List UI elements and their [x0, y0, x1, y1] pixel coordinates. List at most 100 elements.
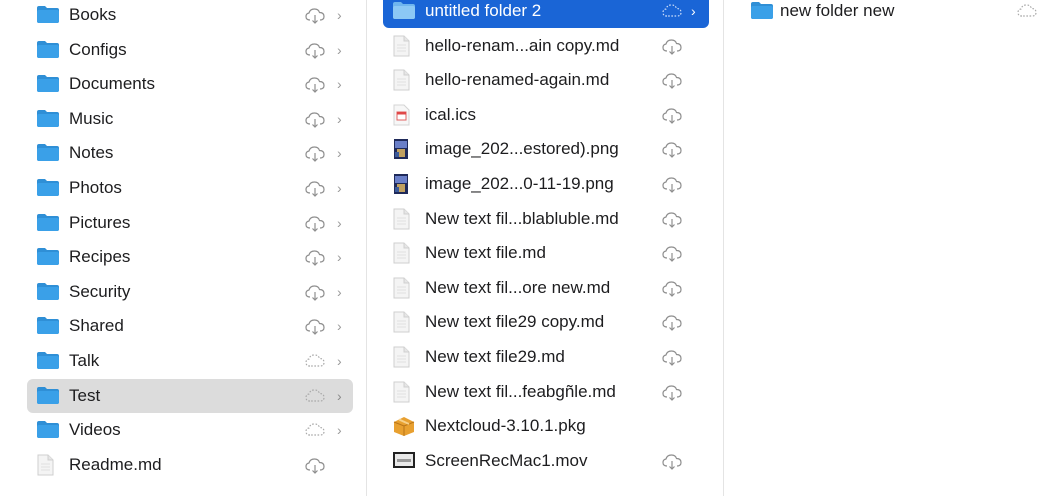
- item-label: Documents: [69, 74, 155, 94]
- cloud-download-icon[interactable]: [304, 215, 326, 238]
- cloud-dotted-icon[interactable]: [304, 388, 326, 411]
- item-label: Readme.md: [69, 454, 162, 474]
- cloud-download-icon[interactable]: [661, 72, 683, 95]
- folder-icon: [36, 142, 60, 167]
- item-label: Recipes: [69, 247, 131, 267]
- folder-row[interactable]: Test ›: [27, 378, 353, 413]
- folder-row[interactable]: Shared ›: [27, 309, 353, 343]
- folder-icon: [392, 0, 416, 25]
- item-label: Music: [69, 108, 114, 128]
- file-row[interactable]: ScreenRecMac1.mov: [383, 444, 709, 478]
- item-label: New text fil...feabgñle.md: [425, 381, 616, 401]
- cloud-dotted-icon[interactable]: [304, 422, 326, 445]
- cloud-download-icon[interactable]: [304, 7, 326, 30]
- cloud-download-icon[interactable]: [304, 318, 326, 341]
- cloud-download-icon[interactable]: [304, 145, 326, 168]
- chevron-right-icon: ›: [337, 41, 342, 58]
- file-row[interactable]: ical.ics: [383, 98, 709, 132]
- cloud-dotted-icon[interactable]: [1016, 3, 1038, 26]
- cloud-download-icon[interactable]: [304, 42, 326, 65]
- cloud-download-icon[interactable]: [661, 245, 683, 268]
- folder-row[interactable]: Configs ›: [27, 33, 353, 67]
- item-label: untitled folder 2: [425, 1, 542, 20]
- cloud-download-icon[interactable]: [304, 249, 326, 272]
- cloud-download-icon[interactable]: [661, 349, 683, 372]
- item-label: image_202...estored).png: [425, 139, 619, 159]
- package-icon: [392, 415, 416, 442]
- file-row[interactable]: image_202...estored).png: [383, 132, 709, 166]
- file-row[interactable]: hello-renam...ain copy.md: [383, 29, 709, 63]
- folder-row[interactable]: Books ›: [27, 0, 353, 32]
- cloud-download-icon[interactable]: [661, 280, 683, 303]
- folder-icon: [750, 0, 774, 25]
- chevron-right-icon: ›: [337, 7, 342, 23]
- cloud-download-icon[interactable]: [661, 453, 683, 476]
- cloud-download-icon[interactable]: [661, 211, 683, 234]
- folder-row[interactable]: Security ›: [27, 275, 353, 309]
- item-label: image_202...0-11-19.png: [425, 174, 614, 193]
- cloud-download-icon[interactable]: [661, 314, 683, 337]
- chevron-right-icon: ›: [337, 180, 342, 196]
- cloud-download-icon[interactable]: [661, 38, 683, 61]
- item-label: Configs: [69, 39, 127, 59]
- file-row[interactable]: New text file29 copy.md: [383, 305, 709, 339]
- file-row[interactable]: hello-renamed-again.md: [383, 63, 709, 97]
- folder-row[interactable]: Photos ›: [27, 171, 353, 205]
- cloud-download-icon[interactable]: [304, 76, 326, 99]
- file-row[interactable]: Nextcloud-3.10.1.pkg: [383, 409, 709, 443]
- item-label: hello-renamed-again.md: [425, 70, 610, 90]
- folder-row[interactable]: untitled folder 2 ›: [383, 0, 709, 28]
- folder-icon: [36, 73, 60, 98]
- document-icon: [392, 242, 410, 269]
- file-row[interactable]: New text fil...feabgñle.md: [383, 375, 709, 409]
- file-row[interactable]: image_202...0-11-19.png: [383, 167, 709, 201]
- cloud-download-icon[interactable]: [661, 141, 683, 164]
- image-file-icon: [392, 173, 410, 200]
- document-icon: [392, 381, 410, 408]
- finder-column-3[interactable]: new folder new: [724, 0, 1050, 496]
- chevron-right-icon: ›: [337, 214, 342, 231]
- chevron-right-icon: ›: [337, 76, 342, 93]
- file-row[interactable]: New text file.md: [383, 236, 709, 270]
- folder-row[interactable]: Notes ›: [27, 136, 353, 170]
- file-row[interactable]: New text fil...blabluble.md: [383, 202, 709, 236]
- item-label: New text file29 copy.md: [425, 312, 605, 332]
- cloud-dotted-icon[interactable]: [661, 3, 683, 26]
- finder-column-2[interactable]: untitled folder 2 › hello-renam...ain copy…: [367, 0, 723, 496]
- folder-row[interactable]: Recipes ›: [27, 240, 353, 274]
- document-icon: [392, 69, 410, 96]
- cloud-download-icon[interactable]: [661, 176, 683, 199]
- finder-column-1[interactable]: Books › Configs › Documents › Music › Notes › Phot…: [0, 0, 366, 496]
- folder-row[interactable]: Videos ›: [27, 413, 353, 447]
- cloud-dotted-icon[interactable]: [304, 353, 326, 376]
- folder-icon: [36, 108, 60, 133]
- cloud-download-icon[interactable]: [304, 457, 326, 480]
- item-label: ical.ics: [425, 104, 477, 124]
- folder-icon: [36, 246, 60, 271]
- file-row[interactable]: New text fil...ore new.md: [383, 271, 709, 305]
- cloud-download-icon[interactable]: [304, 111, 326, 134]
- file-row[interactable]: Readme.md: [27, 448, 353, 482]
- item-label: Nextcloud-3.10.1.pkg: [425, 416, 586, 436]
- folder-row[interactable]: Pictures ›: [27, 206, 353, 240]
- image-file-icon: [392, 138, 410, 165]
- document-icon: [36, 454, 54, 481]
- cloud-download-icon[interactable]: [304, 284, 326, 307]
- document-icon: [392, 35, 410, 62]
- document-icon: [392, 346, 410, 373]
- item-label: Talk: [69, 351, 100, 370]
- file-row[interactable]: New text file29.md: [383, 340, 709, 374]
- cloud-download-icon[interactable]: [304, 180, 326, 203]
- folder-row[interactable]: Documents ›: [27, 67, 353, 101]
- item-label: New text file29.md: [425, 347, 565, 366]
- chevron-right-icon: ›: [337, 249, 342, 266]
- folder-row[interactable]: new folder new: [740, 0, 1050, 28]
- cloud-download-icon[interactable]: [661, 107, 683, 130]
- item-label: Shared: [69, 316, 124, 336]
- item-label: Notes: [69, 143, 114, 163]
- folder-row[interactable]: Music ›: [27, 102, 353, 136]
- cloud-download-icon[interactable]: [661, 384, 683, 407]
- chevron-right-icon: ›: [337, 283, 342, 300]
- item-label: New text file.md: [425, 243, 546, 263]
- folder-row[interactable]: Talk ›: [27, 344, 353, 378]
